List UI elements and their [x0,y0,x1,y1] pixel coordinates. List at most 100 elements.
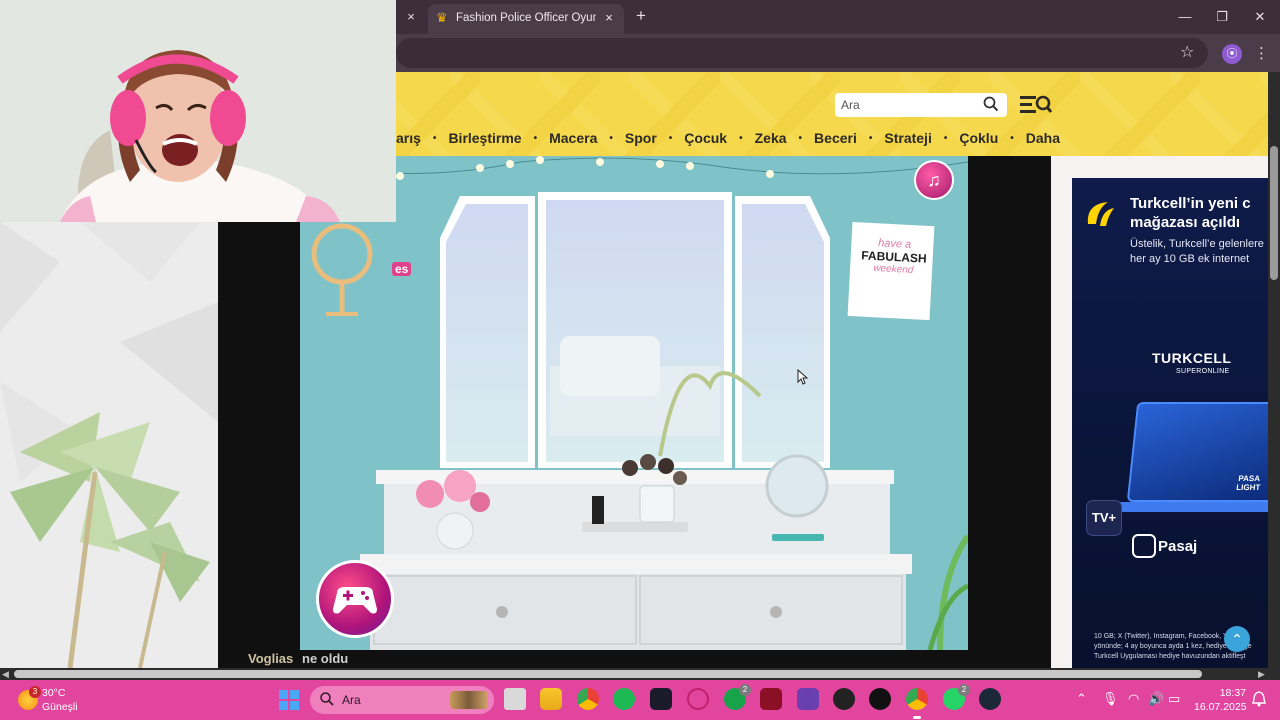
nav-separator: • [533,133,538,144]
ad-subtitle-line-2: her ay 10 GB ek internet [1130,253,1250,265]
scroll-right-icon[interactable]: ▶ [1258,668,1265,680]
chrome-icon[interactable] [577,688,599,710]
tab-title: Fashion Police Officer Oyunu - O [456,12,596,24]
search-icon[interactable] [983,96,999,112]
nav-separator: • [1010,133,1014,144]
nav-separator: • [798,133,803,144]
ad-laptop-image: PASA LIGHT [1126,402,1268,502]
tab-fashion-police[interactable]: ♛ Fashion Police Officer Oyunu - O × [428,4,624,34]
category-nav: arış • Birleştirme • Macera • Spor • Çocuk • Zeka •… [396,130,1060,152]
nav-item-1[interactable]: Birleştirme [448,130,521,146]
gamepad-icon [333,587,377,614]
vertical-scrollbar[interactable] [1268,72,1280,668]
menu-search-icon[interactable] [1020,94,1052,116]
caption-user: Voglias [248,651,294,666]
nav-item-4[interactable]: Çocuk [684,130,727,146]
scroll-left-icon[interactable]: ◀ [2,668,9,680]
wifi-icon[interactable]: ◠ [1128,691,1139,707]
taskbar-clock[interactable]: 18:37 16.07.2025 [1194,686,1247,714]
nav-separator: • [739,133,743,144]
mouse-cursor-icon [797,369,809,385]
weather-widget[interactable]: 3 30°C Güneşli [18,686,128,714]
windows-start-icon[interactable] [279,690,299,710]
active-app-indicator [913,716,921,719]
tab-close-icon[interactable]: × [600,9,618,27]
spotify-icon[interactable] [613,688,635,710]
nav-item-7[interactable]: Strateji [884,130,931,146]
weather-condition: Güneşli [42,701,78,713]
nav-separator: • [943,133,948,144]
ad-title: Turkcell’in yeni c mağazası açıldı [1130,194,1268,232]
nav-item-9[interactable]: Daha [1026,130,1060,146]
microphone-icon[interactable]: 🎙 [1102,691,1119,707]
tray-chevron-icon[interactable]: ⌃ [1076,691,1087,707]
site-search-input[interactable] [841,96,971,114]
turkcell-ad[interactable]: Turkcell’in yeni c mağazası açıldı Üstel… [1072,178,1268,668]
steam-icon[interactable] [979,688,1001,710]
caption-message: ne oldu [302,651,349,666]
nav-item-3[interactable]: Spor [625,130,657,146]
horizontal-scrollbar[interactable]: ◀ ▶ [0,668,1280,680]
search-highlight-image [450,691,488,709]
file-explorer-icon[interactable] [540,688,562,710]
purple-app-icon[interactable] [797,688,819,710]
notification-bell-icon[interactable] [1252,691,1266,707]
whatsapp-icon[interactable]: 2 [943,684,970,710]
nav-separator: • [432,133,437,144]
palm-decor-illustration [0,222,218,668]
scroll-to-top-button[interactable]: ⌃ [1224,626,1250,652]
xbox-badge: 2 [739,684,751,696]
minimize-button[interactable]: — [1172,6,1198,28]
address-bar[interactable] [396,38,1208,68]
nav-separator: • [868,133,873,144]
windows-taskbar: 3 30°C Güneşli Ara 2 2 ⌃ 🎙 ◠ 🔊 ▭ 18:37 1… [0,680,1280,720]
new-tab-button[interactable]: + [632,7,650,25]
red-app-icon[interactable] [760,688,782,710]
crown-favicon-icon: ♛ [436,10,448,25]
game-logo-fragment: es [392,262,412,276]
more-menu-icon[interactable]: ⋮ [1254,44,1269,62]
weather-badge: 3 [29,686,41,698]
nav-item-5[interactable]: Zeka [755,130,787,146]
nav-item-0[interactable]: arış [396,130,421,146]
taskbar-search-label: Ara [342,693,361,707]
vanity-scene-illustration [300,156,968,650]
task-view-icon[interactable] [504,688,526,710]
clock-time: 18:37 [1219,687,1246,699]
poster-text: have a FABULASH weekend [855,236,933,277]
ad-subtitle-line-1: Üstelik, Turkcell’e gelenlere [1130,238,1264,250]
ad-title-line-1: Turkcell’in yeni c [1130,195,1251,212]
gamepad-button[interactable] [316,560,394,638]
horizontal-scroll-thumb[interactable] [14,670,1202,678]
xbox-icon[interactable]: 2 [724,684,751,710]
nav-item-2[interactable]: Macera [549,130,597,146]
game-canvas[interactable]: have a FABULASH weekend es [300,156,968,650]
close-window-button[interactable]: ✕ [1247,6,1273,28]
previous-tab-close-icon[interactable]: × [402,8,420,26]
weather-temp: 30°C [42,687,66,699]
taskbar-search[interactable]: Ara [310,686,494,714]
g-app-icon[interactable] [869,688,891,710]
ad-pasaj-label: Pasaj [1158,538,1198,555]
ad-title-line-2: mağazası açıldı [1130,214,1241,231]
battery-icon[interactable]: ▭ [1168,691,1180,707]
turkcell-logo-icon [1087,202,1114,226]
clock-date: 16.07.2025 [1194,701,1247,713]
bookmark-star-icon[interactable]: ☆ [1180,42,1194,62]
chat-bubble-icon[interactable] [687,688,709,710]
maximize-button[interactable]: ❐ [1209,6,1235,28]
chrome-profile-icon[interactable] [906,688,928,710]
profile-avatar-icon[interactable]: ⦿ [1222,44,1242,64]
nav-separator: • [668,133,673,144]
capcut-icon[interactable] [650,688,672,710]
vertical-scroll-thumb[interactable] [1270,146,1278,280]
left-decor-panel [0,222,218,668]
obs-icon[interactable] [833,688,855,710]
music-toggle-button[interactable]: ♫ [914,160,954,200]
volume-icon[interactable]: 🔊 [1148,691,1164,707]
nav-item-8[interactable]: Çoklu [959,130,998,146]
nav-item-6[interactable]: Beceri [814,130,857,146]
tv-plus-badge: TV+ [1086,500,1122,536]
ad-subtitle: Üstelik, Turkcell’e gelenlere her ay 10 … [1130,237,1268,267]
nav-separator: • [609,133,613,144]
